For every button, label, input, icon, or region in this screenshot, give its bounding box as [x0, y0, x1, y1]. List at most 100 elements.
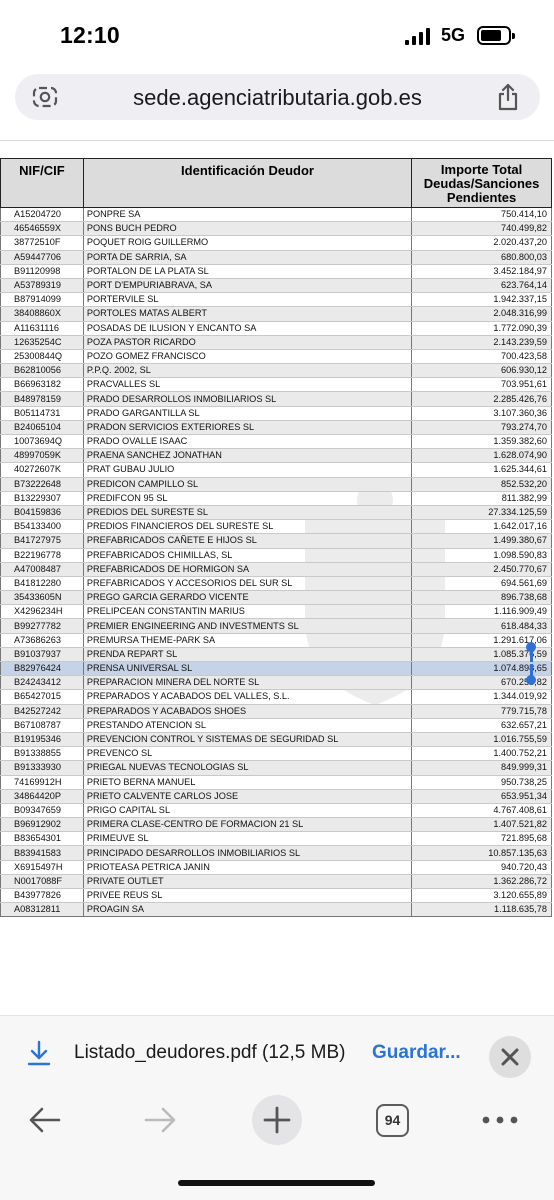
- cell-amount: 623.764,14: [411, 278, 552, 294]
- table-row: 38772510F POQUET ROIG GUILLERMO 2.020.437,…: [0, 235, 552, 251]
- table-row: 34864420P PRIETO CALVENTE CARLOS JOSE 653.…: [0, 789, 552, 804]
- cell-name: PORTA DE SARRIA, SA: [83, 250, 413, 265]
- cell-nif: B91120998: [0, 264, 84, 279]
- table-row: A08312811 PROAGIN SA 1.118.635,78: [0, 902, 552, 918]
- cell-nif: B54133400: [0, 519, 84, 535]
- selection-handle-end[interactable]: [526, 675, 536, 685]
- cell-name: PRIEGAL NUEVAS TECNOLOGIAS SL: [83, 760, 413, 776]
- cell-nif: A47008487: [0, 562, 84, 577]
- cell-name: PRIMERA CLASE-CENTRO DE FORMACION 21 SL: [83, 817, 413, 833]
- download-filename: Listado_deudores.pdf (12,5 MB): [74, 1042, 346, 1063]
- forward-arrow-icon[interactable]: [142, 1104, 178, 1136]
- cell-nif: B73222648: [0, 477, 84, 492]
- cell-nif: 35433605N: [0, 590, 84, 606]
- cell-amount: 618.484,33: [411, 618, 552, 634]
- header-nif: NIF/CIF: [0, 158, 84, 208]
- cell-name: PONPRE SA: [83, 207, 413, 223]
- table-row: B24243412 PREPARACION MINERA DEL NORTE SL…: [0, 675, 552, 691]
- cell-name: PRADO GARGANTILLA SL: [83, 406, 413, 421]
- cell-name: PREFABRICADOS CHIMILLAS, SL: [83, 548, 413, 563]
- table-row: B73222648 PREDICON CAMPILLO SL 852.532,20: [0, 477, 552, 492]
- table-row: B41812280 PREFABRICADOS Y ACCESORIOS DEL …: [0, 576, 552, 592]
- header-name: Identificación Deudor: [82, 158, 413, 208]
- cell-name: PRIGO CAPITAL SL: [83, 803, 413, 819]
- cell-nif: B43977826: [0, 888, 84, 904]
- share-icon[interactable]: [496, 83, 520, 111]
- cell-name: PREDIOS DEL SURESTE SL: [83, 505, 413, 521]
- table-body: A15204720 PONPRE SA 750.414,10 46546559X PON…: [0, 207, 552, 918]
- table-row: B99277782 PREMIER ENGINEERING AND INVESTM…: [0, 618, 552, 634]
- cell-nif: B65427015: [0, 689, 84, 705]
- plus-icon: [263, 1106, 291, 1134]
- cell-nif: A73686263: [0, 633, 84, 648]
- cell-name: PRENDA REPART SL: [83, 647, 413, 663]
- cell-nif: B04159836: [0, 505, 84, 521]
- cell-nif: B22196778: [0, 548, 84, 563]
- table-row: B13229307 PREDIFCON 95 SL 811.382,99: [0, 491, 552, 506]
- new-tab-button[interactable]: [252, 1095, 302, 1145]
- table-row: B19195346 PREVENCION CONTROL Y SISTEMAS D…: [0, 732, 552, 748]
- cell-nif: B91338855: [0, 746, 84, 762]
- status-bar: 12:10 5G: [0, 0, 554, 70]
- table-row: A47008487 PREFABRICADOS DE HORMIGON SA 2.4…: [0, 562, 552, 577]
- cell-nif: 25300844Q: [0, 349, 84, 365]
- cell-amount: 740.499,82: [411, 221, 552, 237]
- url-text[interactable]: sede.agenciatributaria.gob.es: [15, 85, 540, 111]
- table-row: 40272607K PRAT GUBAU JULIO 1.625.344,61: [0, 462, 552, 478]
- cell-amount: 1.628.074,90: [411, 448, 552, 464]
- cell-nif: 48997059K: [0, 448, 84, 464]
- table-row: B62810056 P.P.Q. 2002, SL 606.930,12: [0, 363, 552, 379]
- cell-name: PRENSA UNIVERSAL SL: [83, 661, 413, 677]
- cell-name: PRINCIPADO DESARROLLOS INMOBILIARIOS SL: [83, 845, 413, 861]
- browser-toolbar: 94: [0, 1091, 554, 1200]
- cell-amount: 10.857.135,63: [411, 845, 552, 861]
- address-bar[interactable]: sede.agenciatributaria.gob.es: [15, 74, 540, 120]
- table-row: B42527242 PREPARADOS Y ACABADOS SHOES 779.…: [0, 704, 552, 719]
- table-row: B96912902 PRIMERA CLASE-CENTRO DE FORMACI…: [0, 817, 552, 833]
- cell-name: PREVENCO SL: [83, 746, 413, 762]
- table-row: B04159836 PREDIOS DEL SURESTE SL 27.334.12…: [0, 505, 552, 521]
- cell-amount: 1.400.752,21: [411, 746, 552, 762]
- header-amount-line2: Deudas/Sanciones: [423, 176, 540, 191]
- back-arrow-icon[interactable]: [27, 1104, 63, 1136]
- cell-nif: A11631116: [0, 321, 84, 336]
- tabs-button[interactable]: 94: [376, 1104, 409, 1137]
- close-icon: [501, 1048, 519, 1066]
- cell-amount: 940.720,43: [411, 860, 552, 875]
- save-button[interactable]: Guardar...: [372, 1042, 461, 1064]
- cell-nif: X6915497H: [0, 860, 84, 875]
- cell-amount: 606.930,12: [411, 363, 552, 379]
- cell-amount: 2.285.426,76: [411, 391, 552, 407]
- more-icon[interactable]: [480, 1113, 520, 1127]
- cell-name: PRESTANDO ATENCION SL: [83, 718, 413, 733]
- cell-name: PORTOLES MATAS ALBERT: [83, 306, 413, 322]
- cell-nif: N0017088F: [0, 874, 84, 890]
- table-row: A11631116 POSADAS DE ILUSION Y ENCANTO SA…: [0, 321, 552, 336]
- cell-name: P.P.Q. 2002, SL: [83, 363, 413, 379]
- table-header-row: NIF/CIF Identificación Deudor Importe To…: [0, 158, 552, 208]
- cell-amount: 1.772.090,39: [411, 321, 552, 336]
- cell-name: PREPARACION MINERA DEL NORTE SL: [83, 675, 413, 691]
- table-row: 25300844Q POZO GOMEZ FRANCISCO 700.423,58: [0, 349, 552, 365]
- status-time: 12:10: [60, 22, 120, 48]
- cell-nif: X4296234H: [0, 604, 84, 620]
- cell-nif: B19195346: [0, 732, 84, 748]
- cell-name: PRADO OVALLE ISAAC: [83, 434, 413, 450]
- cell-amount: 653.951,34: [411, 789, 552, 804]
- cell-name: PRIMEUVE SL: [83, 831, 413, 847]
- cell-amount: 811.382,99: [411, 491, 552, 506]
- table-row: B83941583 PRINCIPADO DESARROLLOS INMOBILI…: [0, 845, 552, 861]
- cell-amount: 27.334.125,59: [411, 505, 552, 521]
- table-row: A53789319 PORT D'EMPURIABRAVA, SA 623.764,…: [0, 278, 552, 294]
- cell-name: POQUET ROIG GUILLERMO: [83, 235, 413, 251]
- cell-name: PORTERVILE SL: [83, 292, 413, 308]
- cell-name: PRIETO BERNA MANUEL: [83, 775, 413, 790]
- cell-nif: B48978159: [0, 391, 84, 407]
- close-download-button[interactable]: [489, 1036, 531, 1078]
- cell-name: PREGO GARCIA GERARDO VICENTE: [83, 590, 413, 606]
- cell-amount: 2.450.770,67: [411, 562, 552, 577]
- cell-nif: B24243412: [0, 675, 84, 691]
- table-row: B22196778 PREFABRICADOS CHIMILLAS, SL 1.09…: [0, 548, 552, 563]
- cell-nif: B83654301: [0, 831, 84, 847]
- table-row: X4296234H PRELIPCEAN CONSTANTIN MARIUS 1.1…: [0, 604, 552, 620]
